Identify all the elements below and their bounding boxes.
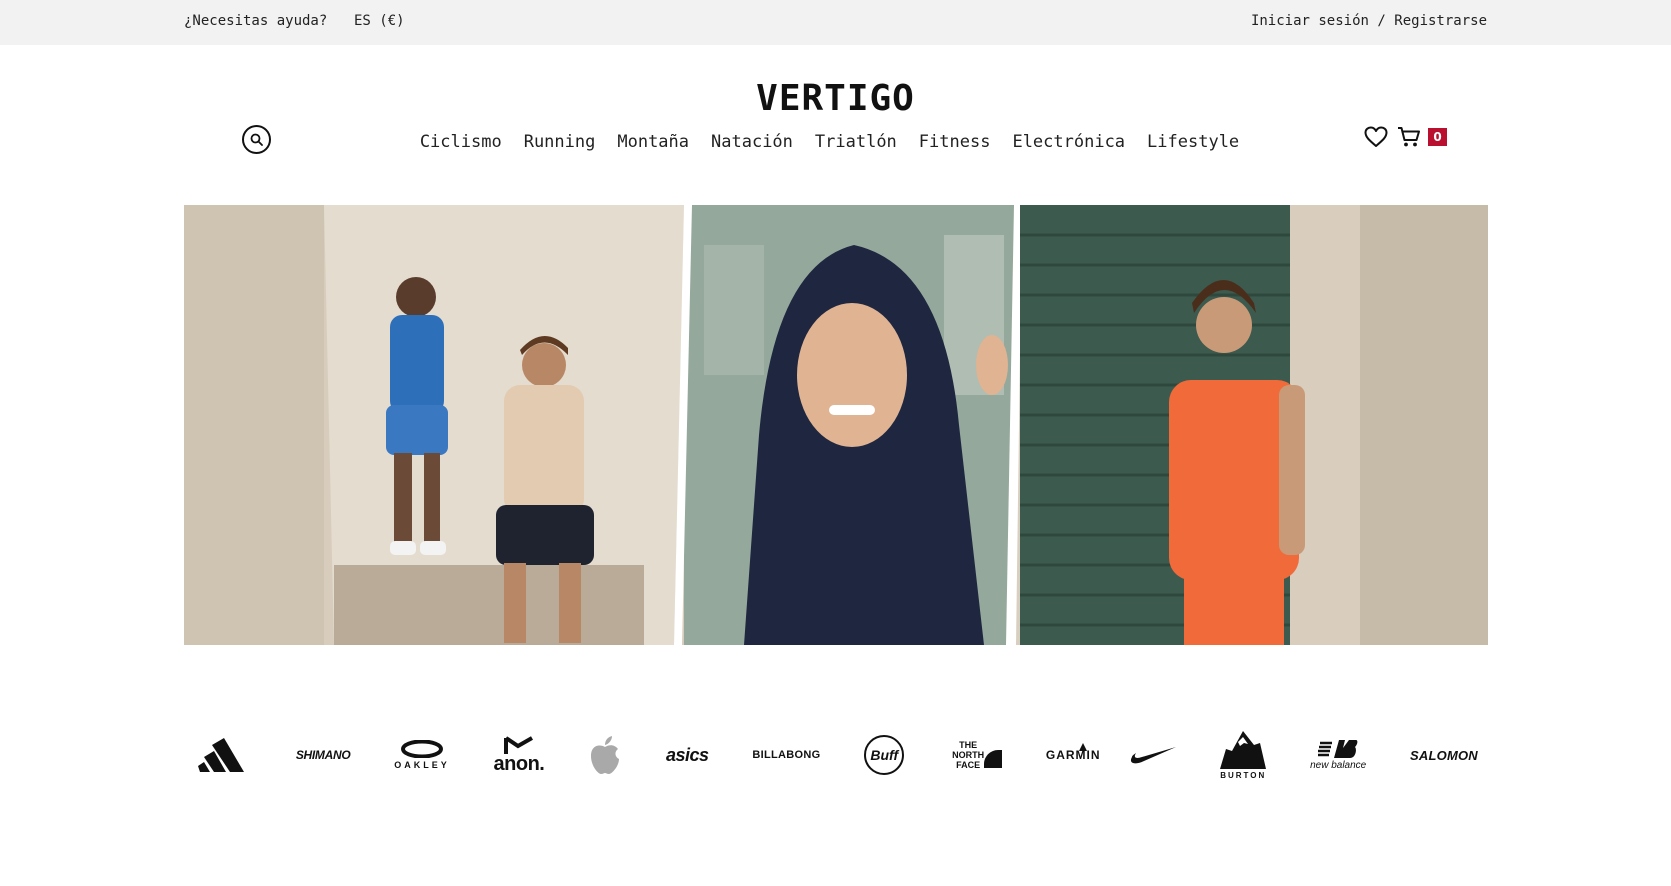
oakley-ellipse-icon — [400, 740, 443, 758]
shimano-logo: SHIMANO — [295, 748, 351, 762]
nav-item-ciclismo[interactable]: Ciclismo — [420, 132, 502, 152]
brand-salomon[interactable]: SALOMON — [1410, 727, 1478, 783]
buff-logo: Buff — [870, 747, 899, 763]
north-face-arc-icon — [984, 750, 1003, 768]
nav-item-natacion[interactable]: Natación — [711, 132, 793, 152]
brand-adidas[interactable] — [198, 727, 252, 783]
nike-logo — [1131, 747, 1177, 764]
wishlist-button[interactable] — [1364, 126, 1388, 148]
nav-item-running[interactable]: Running — [524, 132, 596, 152]
nav-item-triatlon[interactable]: Triatlón — [815, 132, 897, 152]
account-links: Iniciar sesión / Registrarse — [1251, 13, 1487, 29]
salomon-logo: SALOMON — [1410, 747, 1478, 763]
asics-logo: asics — [666, 744, 709, 765]
burton-mountain-icon — [1220, 730, 1267, 769]
brand-apple[interactable] — [588, 727, 622, 783]
brand-anon[interactable]: anon. — [494, 727, 545, 783]
nav-item-lifestyle[interactable]: Lifestyle — [1147, 132, 1239, 152]
nav-item-electronica[interactable]: Electrónica — [1012, 132, 1125, 152]
brand-buff[interactable]: Buff — [864, 727, 905, 783]
nav-item-montana[interactable]: Montaña — [617, 132, 689, 152]
new-balance-nb-icon — [1318, 740, 1358, 758]
nav-item-fitness[interactable]: Fitness — [919, 132, 991, 152]
cart-count-badge: 0 — [1428, 128, 1447, 146]
garmin-logo: GARMIN — [1045, 748, 1101, 762]
brand-burton[interactable]: BURTON — [1220, 727, 1267, 783]
brand-shimano[interactable]: SHIMANO — [296, 727, 351, 783]
login-link[interactable]: Iniciar sesión — [1251, 13, 1369, 29]
brand-oakley[interactable]: OAKLEY — [394, 727, 450, 783]
anon-logo: anon. — [493, 753, 545, 775]
adidas-logo — [198, 738, 244, 772]
account-separator: / — [1377, 13, 1386, 29]
brand-garmin[interactable]: GARMIN — [1046, 727, 1100, 783]
cart-button[interactable] — [1397, 126, 1421, 148]
language-currency-selector[interactable]: ES (€) — [354, 13, 405, 29]
new-balance-logo: new balance — [1310, 760, 1367, 771]
site-logo[interactable]: VERTIGO — [0, 78, 1671, 119]
buff-badge: Buff — [864, 735, 905, 775]
garmin-triangle-icon — [1078, 743, 1087, 751]
hero-banner[interactable] — [184, 205, 1488, 645]
register-link[interactable]: Registrarse — [1394, 13, 1487, 29]
brand-new-balance[interactable]: new balance — [1310, 727, 1366, 783]
oakley-logo: OAKLEY — [394, 760, 450, 770]
brand-asics[interactable]: asics — [666, 727, 709, 783]
the-north-face-logo: THE NORTH FACE — [952, 740, 985, 770]
cart-icon — [1398, 127, 1420, 147]
apple-logo — [591, 736, 620, 774]
anon-mark-icon — [503, 736, 533, 754]
hero-banner-image — [184, 205, 1488, 645]
brand-logos-strip: SHIMANO OAKLEY anon. asics BILLABONG Buf… — [184, 722, 1488, 788]
brand-the-north-face[interactable]: THE NORTH FACE — [948, 727, 1003, 783]
top-utility-bar: ¿Necesitas ayuda? ES (€) Iniciar sesión … — [0, 0, 1671, 45]
heart-icon — [1364, 126, 1388, 147]
burton-logo: BURTON — [1220, 770, 1267, 780]
billabong-logo: BILLABONG — [752, 749, 821, 761]
brand-billabong[interactable]: BILLABONG — [752, 727, 820, 783]
help-link[interactable]: ¿Necesitas ayuda? — [184, 13, 327, 29]
brand-nike[interactable] — [1130, 727, 1177, 783]
